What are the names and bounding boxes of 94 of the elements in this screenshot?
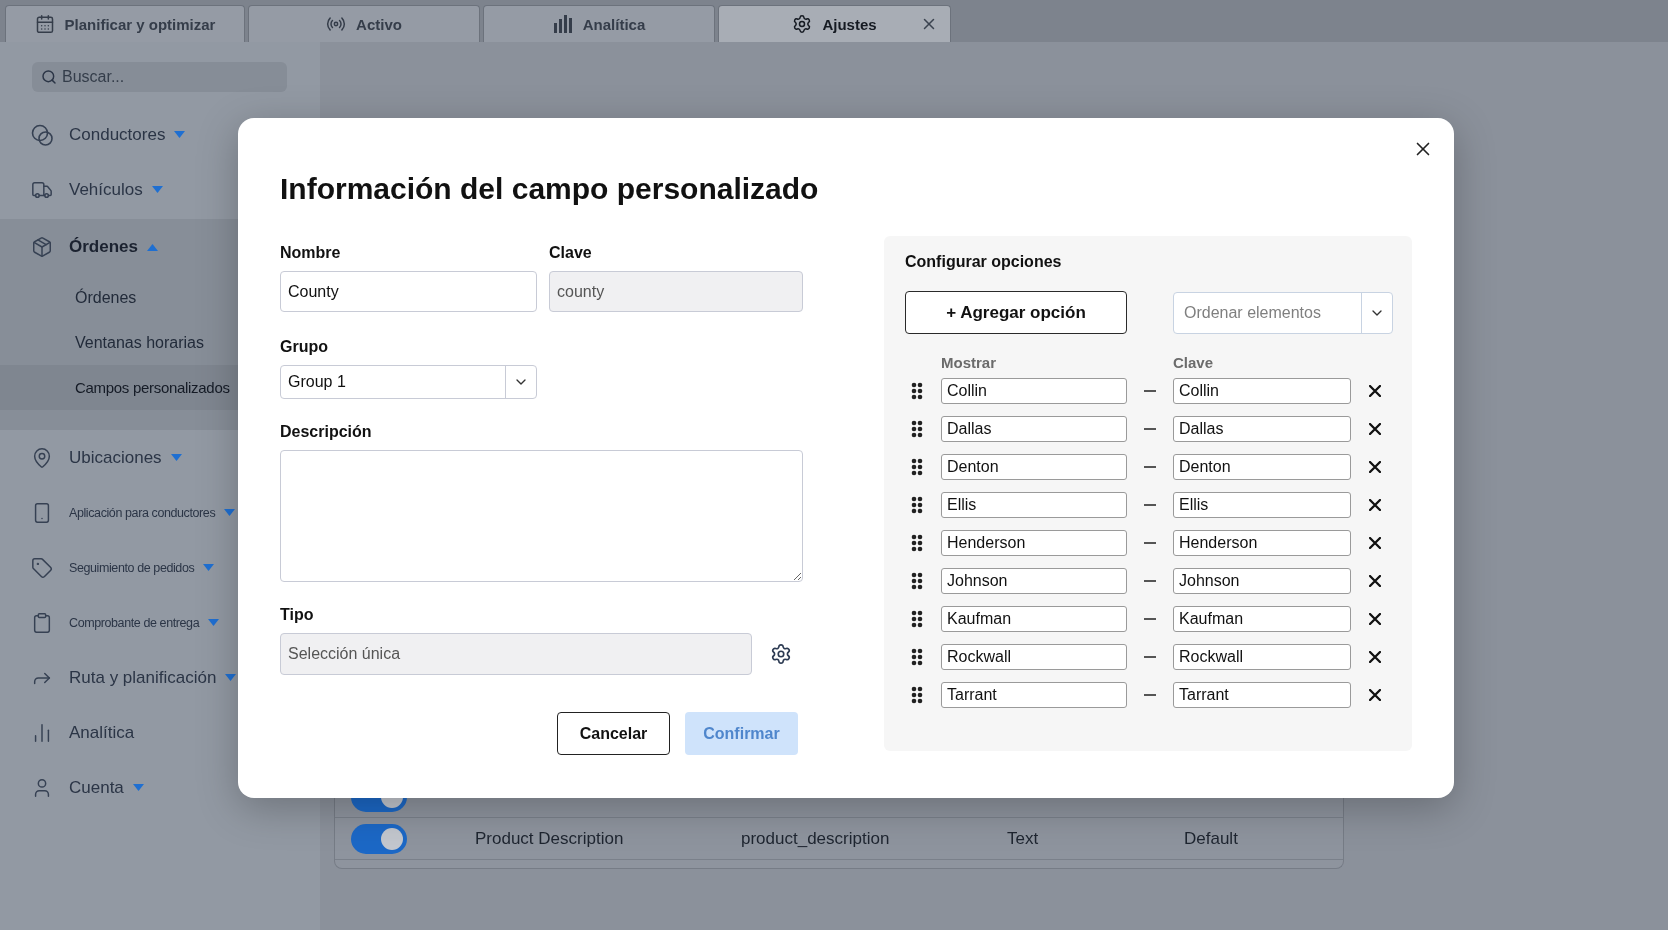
option-key-input[interactable]: Denton bbox=[1173, 454, 1351, 480]
toggle-switch[interactable] bbox=[351, 823, 407, 854]
dash-icon bbox=[1144, 428, 1156, 430]
clipboard-icon bbox=[31, 611, 53, 634]
nav-item[interactable]: Ubicaciones bbox=[0, 430, 186, 485]
panel-title: Configurar opciones bbox=[905, 252, 1062, 272]
option-display-input[interactable]: Kaufman bbox=[941, 606, 1127, 632]
drag-handle-icon[interactable] bbox=[911, 458, 923, 476]
nav-item[interactable]: Órdenes bbox=[0, 219, 162, 275]
table-cell: product_description bbox=[741, 828, 890, 849]
option-key-input[interactable]: Collin bbox=[1173, 378, 1351, 404]
dash-icon bbox=[1144, 542, 1156, 544]
description-field[interactable] bbox=[280, 450, 803, 582]
option-display-input[interactable]: Tarrant bbox=[941, 682, 1127, 708]
field-label: Grupo bbox=[280, 337, 328, 357]
column-header: Clave bbox=[1173, 353, 1214, 371]
name-input[interactable]: County bbox=[280, 271, 537, 312]
broadcast-icon bbox=[326, 14, 347, 34]
option-display-input[interactable]: Henderson bbox=[941, 530, 1127, 556]
drag-handle-icon[interactable] bbox=[911, 382, 923, 400]
nav-item[interactable]: Ruta y planificación bbox=[0, 650, 241, 705]
cancel-button[interactable]: Cancelar bbox=[557, 712, 670, 755]
drag-handle-icon[interactable] bbox=[911, 420, 923, 438]
dash-icon bbox=[1144, 466, 1156, 468]
column-header: Mostrar bbox=[941, 353, 996, 371]
x-icon[interactable] bbox=[1369, 537, 1381, 549]
drag-handle-icon[interactable] bbox=[911, 572, 923, 590]
package-icon bbox=[31, 236, 53, 258]
dash-icon bbox=[1144, 656, 1156, 658]
dash-icon bbox=[1144, 618, 1156, 620]
calendar-icon bbox=[34, 14, 55, 34]
x-icon[interactable] bbox=[1369, 423, 1381, 435]
table-cell: Default bbox=[1184, 828, 1238, 849]
field-label: Nombre bbox=[280, 243, 341, 263]
tag-icon bbox=[31, 556, 53, 579]
option-key-input[interactable]: Kaufman bbox=[1173, 606, 1351, 632]
circles-icon bbox=[31, 123, 53, 146]
field-label: Tipo bbox=[280, 605, 314, 625]
drag-handle-icon[interactable] bbox=[911, 610, 923, 628]
dash-icon bbox=[1144, 580, 1156, 582]
bar-chart-icon bbox=[552, 15, 573, 33]
group-select[interactable]: Group 1 bbox=[280, 365, 537, 399]
x-icon[interactable] bbox=[1369, 651, 1381, 663]
dash-icon bbox=[1144, 390, 1156, 392]
settings-icon bbox=[792, 14, 813, 34]
nav-item[interactable]: Cuenta bbox=[0, 760, 148, 815]
drag-handle-icon[interactable] bbox=[911, 496, 923, 514]
x-icon[interactable] bbox=[1369, 575, 1381, 587]
x-icon[interactable] bbox=[1369, 461, 1381, 473]
option-display-input[interactable]: Johnson bbox=[941, 568, 1127, 594]
nav-subitem[interactable]: Órdenes bbox=[0, 275, 141, 320]
tab[interactable]: Activo bbox=[248, 5, 480, 42]
add-option-button[interactable]: + Agregar opción bbox=[905, 291, 1127, 334]
field-label: Descripción bbox=[280, 422, 372, 442]
nav-item[interactable]: Conductores bbox=[0, 107, 190, 162]
sort-select[interactable]: Ordenar elementos bbox=[1173, 291, 1393, 334]
drag-handle-icon[interactable] bbox=[911, 648, 923, 666]
nav-item[interactable]: Seguimiento de pedidos bbox=[0, 540, 219, 595]
table-cell: Text bbox=[1007, 828, 1039, 849]
tab[interactable]: Ajustes bbox=[718, 5, 951, 42]
tab[interactable]: Planificar y optimizar bbox=[5, 5, 245, 42]
option-display-input[interactable]: Ellis bbox=[941, 492, 1127, 518]
option-key-input[interactable]: Johnson bbox=[1173, 568, 1351, 594]
nav-item[interactable]: Comprobante de entrega bbox=[0, 595, 224, 650]
tab[interactable]: Analítica bbox=[483, 5, 715, 42]
nav-item[interactable]: Vehículos bbox=[0, 162, 167, 217]
option-display-input[interactable]: Rockwall bbox=[941, 644, 1127, 670]
dash-icon bbox=[1144, 504, 1156, 506]
option-key-input[interactable]: Henderson bbox=[1173, 530, 1351, 556]
drag-handle-icon[interactable] bbox=[911, 686, 923, 704]
option-display-input[interactable]: Denton bbox=[941, 454, 1127, 480]
x-icon[interactable] bbox=[1369, 499, 1381, 511]
search-icon bbox=[41, 69, 57, 85]
option-key-input[interactable]: Ellis bbox=[1173, 492, 1351, 518]
map-pin-icon bbox=[31, 446, 53, 469]
option-display-input[interactable]: Dallas bbox=[941, 416, 1127, 442]
option-display-input[interactable]: Collin bbox=[941, 378, 1127, 404]
dialog-title: Información del campo personalizado bbox=[280, 171, 819, 207]
dash-icon bbox=[1144, 694, 1156, 696]
x-icon[interactable] bbox=[1369, 385, 1381, 397]
drag-handle-icon[interactable] bbox=[911, 534, 923, 552]
nav-subitem[interactable]: Ventanas horarias bbox=[0, 320, 208, 365]
search-field[interactable]: Buscar... bbox=[32, 62, 287, 92]
x-icon[interactable] bbox=[1369, 689, 1381, 701]
nav-subitem[interactable]: Campos personalizados bbox=[0, 365, 238, 410]
option-key-input[interactable]: Tarrant bbox=[1173, 682, 1351, 708]
nav-item[interactable]: Aplicación para conductores bbox=[0, 485, 240, 540]
settings-icon[interactable] bbox=[770, 643, 792, 665]
x-icon[interactable] bbox=[1369, 613, 1381, 625]
option-key-input[interactable]: Dallas bbox=[1173, 416, 1351, 442]
option-key-input[interactable]: Rockwall bbox=[1173, 644, 1351, 670]
field-label: Clave bbox=[549, 243, 592, 263]
nav-item[interactable]: Analítica bbox=[0, 705, 139, 760]
table-cell: Product Description bbox=[475, 828, 624, 849]
